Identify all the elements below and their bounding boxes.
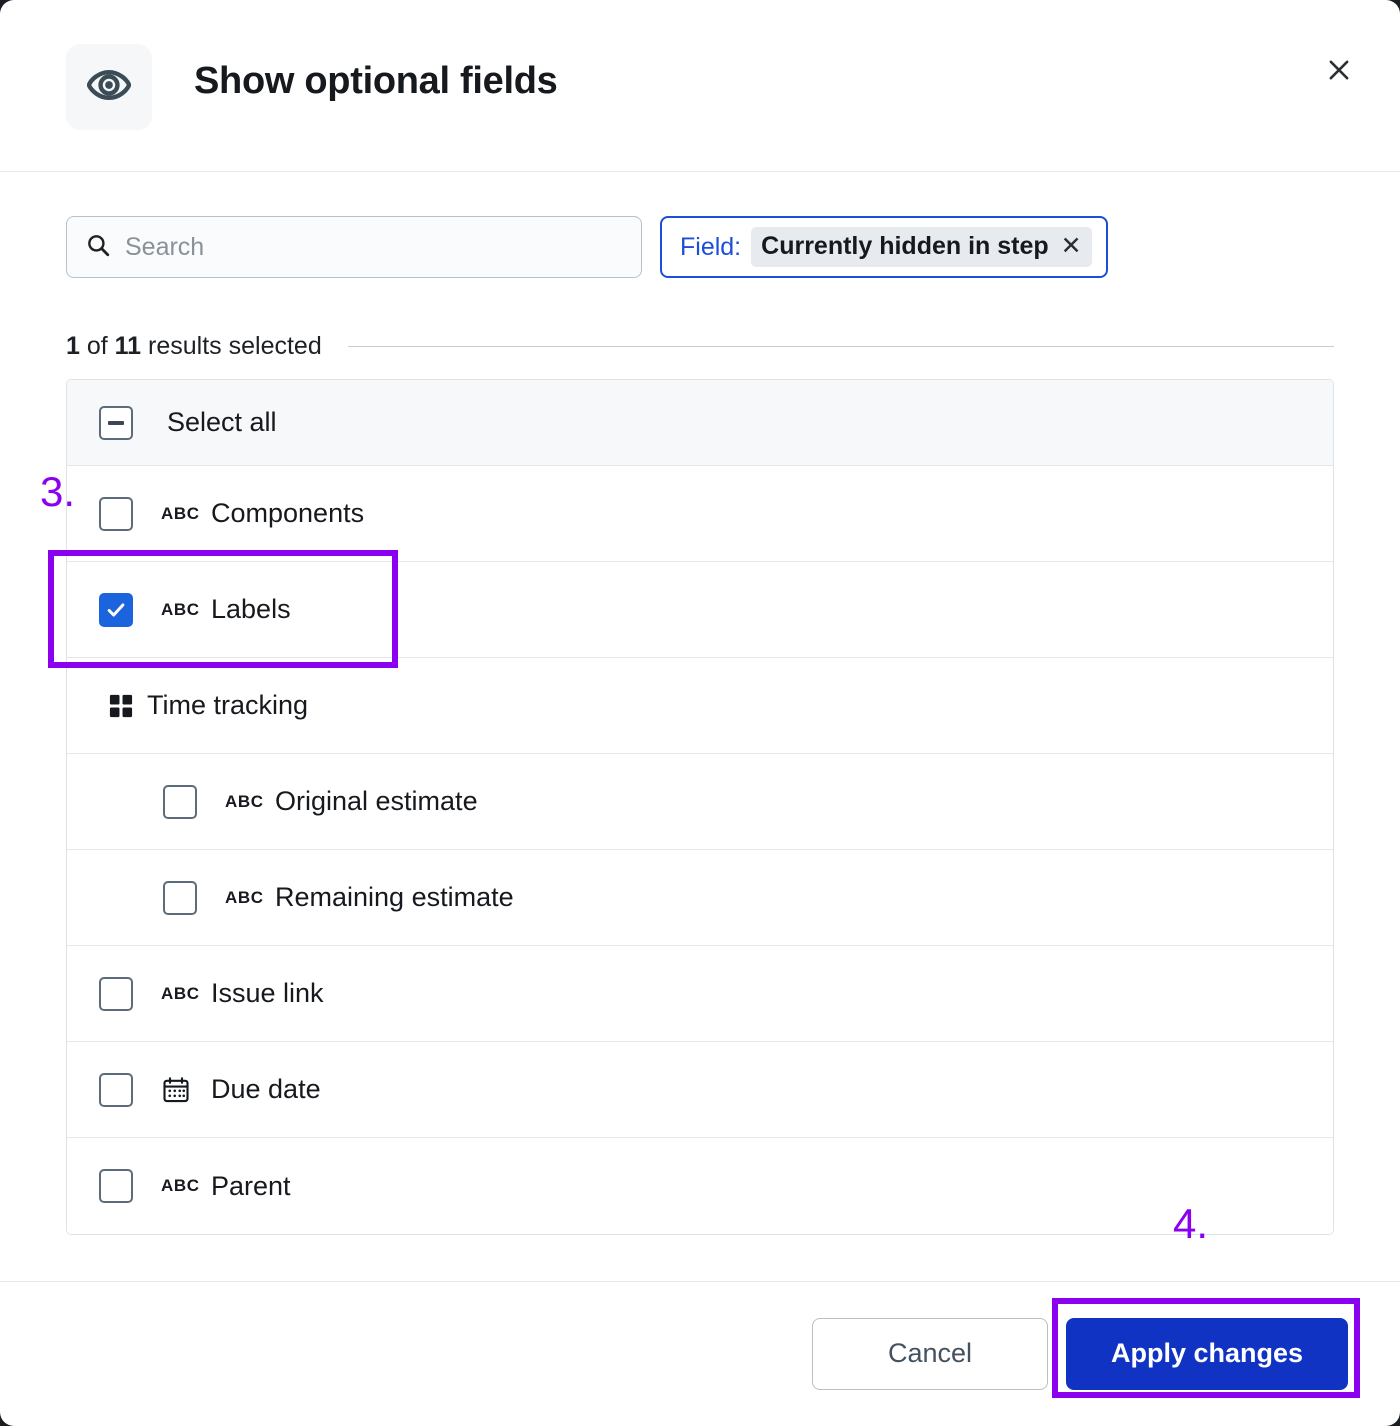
abc-icon: ABC bbox=[161, 503, 200, 523]
results-summary-text: 1 of 11 results selected bbox=[66, 332, 322, 361]
list-item[interactable]: ABC Labels bbox=[67, 562, 1333, 658]
field-list: Select all ABC Components ABC Labels Tim… bbox=[66, 379, 1334, 1235]
dialog-footer: Cancel Apply changes bbox=[0, 1281, 1400, 1425]
list-group-label: Time tracking bbox=[147, 690, 309, 720]
cancel-button[interactable]: Cancel bbox=[812, 1317, 1048, 1390]
row-checkbox[interactable] bbox=[99, 592, 133, 627]
field-filter-label: Field: bbox=[680, 232, 742, 261]
check-icon bbox=[107, 602, 125, 617]
total-count: 11 bbox=[114, 332, 142, 360]
list-item-label: Issue link bbox=[211, 978, 324, 1008]
divider bbox=[347, 346, 1334, 347]
list-item[interactable]: ABC Issue link bbox=[67, 946, 1333, 1042]
apply-changes-button[interactable]: Apply changes bbox=[1066, 1317, 1348, 1390]
field-filter-value-pill: Currently hidden in step ✕ bbox=[751, 227, 1092, 267]
search-field[interactable] bbox=[66, 216, 642, 278]
list-item[interactable]: ABC Original estimate bbox=[67, 754, 1333, 850]
list-item-label: Labels bbox=[211, 594, 291, 624]
row-checkbox[interactable] bbox=[163, 880, 197, 915]
eye-icon bbox=[86, 63, 132, 112]
list-item-label: Parent bbox=[211, 1170, 291, 1201]
field-filter-chip[interactable]: Field: Currently hidden in step ✕ bbox=[660, 216, 1108, 278]
abc-icon: ABC bbox=[225, 887, 264, 907]
annotation-step-3: 3. bbox=[40, 468, 76, 515]
list-item[interactable]: ABC Parent bbox=[67, 1138, 1333, 1234]
row-checkbox[interactable] bbox=[99, 976, 133, 1011]
filter-row: Field: Currently hidden in step ✕ bbox=[66, 216, 1108, 278]
selected-count: 1 bbox=[66, 332, 80, 360]
select-all-row[interactable]: Select all bbox=[67, 380, 1333, 466]
abc-icon: ABC bbox=[161, 983, 200, 1003]
row-checkbox[interactable] bbox=[99, 496, 133, 531]
row-checkbox[interactable] bbox=[99, 1072, 133, 1107]
field-filter-value: Currently hidden in step bbox=[761, 232, 1049, 260]
close-icon[interactable]: ✕ bbox=[1061, 234, 1082, 259]
abc-icon: ABC bbox=[225, 791, 264, 811]
select-all-checkbox[interactable] bbox=[99, 405, 133, 440]
grid-icon bbox=[107, 692, 135, 720]
list-item[interactable]: ABC Components bbox=[67, 466, 1333, 562]
list-item-label: Due date bbox=[211, 1074, 321, 1104]
close-icon bbox=[1325, 56, 1353, 87]
select-all-label: Select all bbox=[167, 407, 277, 437]
results-summary: 1 of 11 results selected bbox=[66, 332, 1334, 361]
abc-icon: ABC bbox=[161, 1176, 200, 1195]
dialog-body: Field: Currently hidden in step ✕ 1 of 1… bbox=[0, 172, 1400, 1281]
row-checkbox[interactable] bbox=[99, 1169, 133, 1203]
row-checkbox[interactable] bbox=[163, 784, 197, 819]
list-group-header: Time tracking bbox=[67, 658, 1333, 754]
eye-icon-container bbox=[66, 44, 152, 130]
results-suffix: results selected bbox=[141, 332, 322, 360]
list-item-label: Original estimate bbox=[275, 786, 478, 816]
list-item-label: Components bbox=[211, 498, 365, 528]
close-dialog-button[interactable] bbox=[1316, 48, 1362, 94]
search-input[interactable] bbox=[125, 232, 623, 262]
dialog-header: Show optional fields bbox=[0, 0, 1400, 172]
calendar-icon bbox=[161, 1075, 201, 1105]
search-icon bbox=[85, 232, 111, 263]
results-middle: of bbox=[79, 332, 115, 360]
list-item[interactable]: ABC Remaining estimate bbox=[67, 850, 1333, 946]
abc-icon: ABC bbox=[161, 599, 200, 619]
list-item-label: Remaining estimate bbox=[275, 882, 514, 912]
annotation-step-4: 4. bbox=[1173, 1200, 1209, 1247]
dialog-title: Show optional fields bbox=[194, 60, 558, 102]
list-item[interactable]: Due date bbox=[67, 1042, 1333, 1138]
